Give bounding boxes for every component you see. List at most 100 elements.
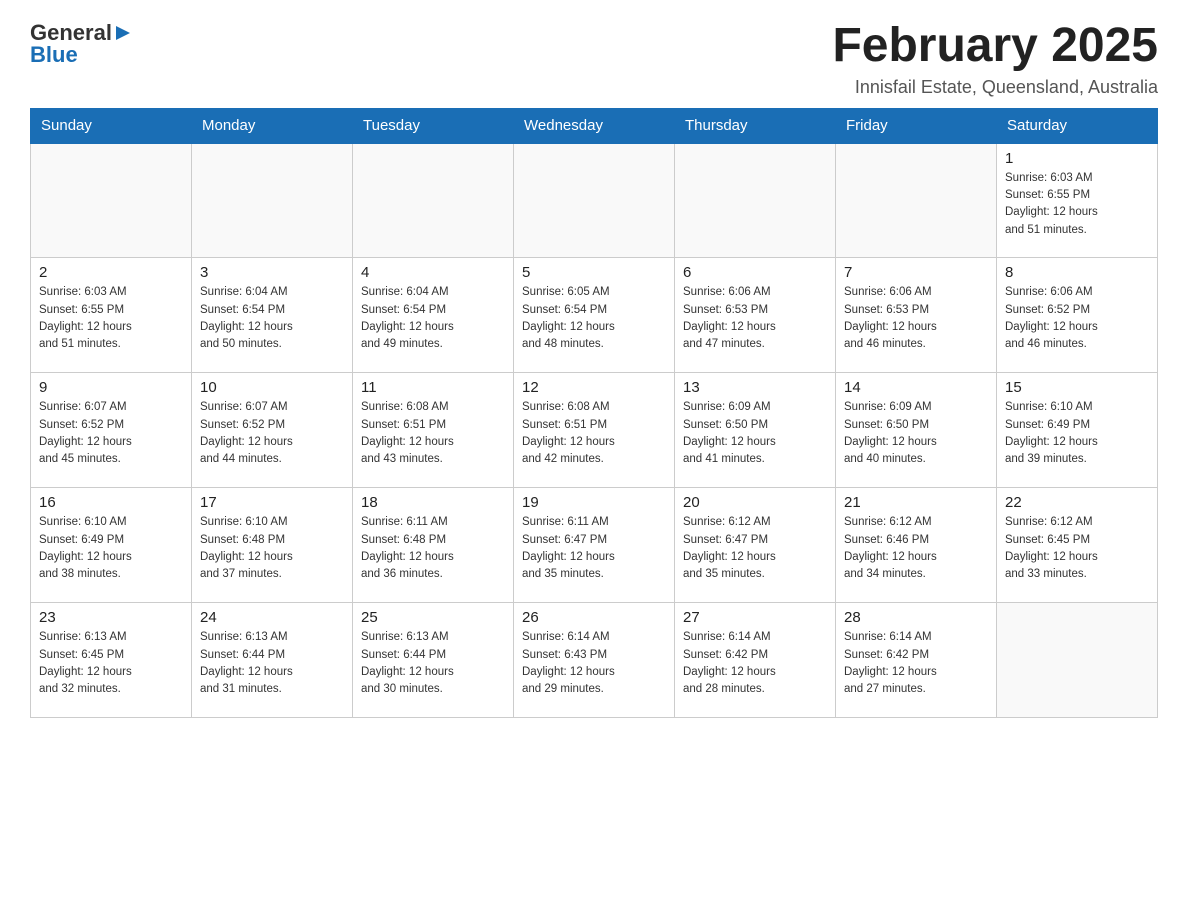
week-row: 2Sunrise: 6:03 AMSunset: 6:55 PMDaylight… [31,258,1158,373]
day-number: 23 [39,609,183,626]
calendar-cell: 18Sunrise: 6:11 AMSunset: 6:48 PMDayligh… [353,488,514,603]
calendar-header-friday: Friday [836,108,997,143]
day-number: 10 [200,379,344,396]
day-info: Sunrise: 6:06 AMSunset: 6:53 PMDaylight:… [683,284,827,353]
calendar-cell: 6 Sunrise: 6:06 AMSunset: 6:53 PMDaylight… [675,258,836,373]
day-number: 11 [361,379,505,396]
day-info: Sunrise: 6:04 AMSunset: 6:54 PMDaylight:… [200,284,344,353]
day-number: 16 [39,494,183,511]
calendar-cell: 7 Sunrise: 6:06 AMSunset: 6:53 PMDaylight… [836,258,997,373]
calendar-cell: 25 Sunrise: 6:13 AMSunset: 6:44 PMDayligh… [353,603,514,718]
day-info: Sunrise: 6:12 AMSunset: 6:46 PMDaylight:… [844,514,988,583]
calendar-cell: 12 Sunrise: 6:08 AMSunset: 6:51 PMDayligh… [514,373,675,488]
logo-blue: Blue [30,42,78,68]
calendar-cell: 16 Sunrise: 6:10 AMSunset: 6:49 PMDayligh… [31,488,192,603]
title-block: February 2025 Innisfail Estate, Queensla… [832,20,1158,98]
day-info: Sunrise: 6:08 AMSunset: 6:51 PMDaylight:… [522,399,666,468]
day-number: 1 [1005,150,1149,167]
calendar-cell [192,143,353,258]
day-number: 22 [1005,494,1149,511]
day-info: Sunrise: 6:11 AMSunset: 6:47 PMDaylight:… [522,514,666,583]
calendar-cell: 10 Sunrise: 6:07 AMSunset: 6:52 PMDayligh… [192,373,353,488]
calendar-header-wednesday: Wednesday [514,108,675,143]
calendar-cell [31,143,192,258]
day-number: 26 [522,609,666,626]
day-info: Sunrise: 6:07 AMSunset: 6:52 PMDaylight:… [39,399,183,468]
day-number: 3 [200,264,344,281]
day-info: Sunrise: 6:10 AMSunset: 6:49 PMDaylight:… [1005,399,1149,468]
day-info: Sunrise: 6:05 AMSunset: 6:54 PMDaylight:… [522,284,666,353]
day-number: 12 [522,379,666,396]
logo-arrow-icon [114,24,132,42]
calendar-cell: 27Sunrise: 6:14 AMSunset: 6:42 PMDayligh… [675,603,836,718]
day-number: 19 [522,494,666,511]
day-number: 17 [200,494,344,511]
day-info: Sunrise: 6:10 AMSunset: 6:49 PMDaylight:… [39,514,183,583]
week-row: 9 Sunrise: 6:07 AMSunset: 6:52 PMDaylight… [31,373,1158,488]
day-number: 4 [361,264,505,281]
day-info: Sunrise: 6:14 AMSunset: 6:43 PMDaylight:… [522,629,666,698]
week-row: 1 Sunrise: 6:03 AMSunset: 6:55 PMDaylight… [31,143,1158,258]
day-info: Sunrise: 6:12 AMSunset: 6:45 PMDaylight:… [1005,514,1149,583]
day-info: Sunrise: 6:13 AMSunset: 6:44 PMDaylight:… [200,629,344,698]
day-number: 18 [361,494,505,511]
day-number: 15 [1005,379,1149,396]
calendar-header-tuesday: Tuesday [353,108,514,143]
calendar-cell [514,143,675,258]
calendar-cell: 22 Sunrise: 6:12 AMSunset: 6:45 PMDayligh… [997,488,1158,603]
calendar-header-thursday: Thursday [675,108,836,143]
week-row: 16 Sunrise: 6:10 AMSunset: 6:49 PMDayligh… [31,488,1158,603]
calendar-cell: 26 Sunrise: 6:14 AMSunset: 6:43 PMDayligh… [514,603,675,718]
calendar-cell: 20 Sunrise: 6:12 AMSunset: 6:47 PMDayligh… [675,488,836,603]
calendar-cell [836,143,997,258]
day-info: Sunrise: 6:09 AMSunset: 6:50 PMDaylight:… [844,399,988,468]
day-info: Sunrise: 6:13 AMSunset: 6:45 PMDaylight:… [39,629,183,698]
day-number: 5 [522,264,666,281]
calendar-header-row: SundayMondayTuesdayWednesdayThursdayFrid… [31,108,1158,143]
logo: General Blue [30,20,132,68]
calendar-header-saturday: Saturday [997,108,1158,143]
calendar-cell: 2Sunrise: 6:03 AMSunset: 6:55 PMDaylight… [31,258,192,373]
calendar-cell: 15 Sunrise: 6:10 AMSunset: 6:49 PMDayligh… [997,373,1158,488]
calendar-cell: 1 Sunrise: 6:03 AMSunset: 6:55 PMDaylight… [997,143,1158,258]
calendar-cell [675,143,836,258]
calendar-cell: 21 Sunrise: 6:12 AMSunset: 6:46 PMDayligh… [836,488,997,603]
day-number: 27 [683,609,827,626]
day-info: Sunrise: 6:03 AMSunset: 6:55 PMDaylight:… [1005,170,1149,239]
day-number: 20 [683,494,827,511]
day-info: Sunrise: 6:12 AMSunset: 6:47 PMDaylight:… [683,514,827,583]
day-number: 7 [844,264,988,281]
day-number: 24 [200,609,344,626]
day-info: Sunrise: 6:06 AMSunset: 6:53 PMDaylight:… [844,284,988,353]
calendar-cell: 13 Sunrise: 6:09 AMSunset: 6:50 PMDayligh… [675,373,836,488]
calendar-cell: 28Sunrise: 6:14 AMSunset: 6:42 PMDayligh… [836,603,997,718]
day-info: Sunrise: 6:08 AMSunset: 6:51 PMDaylight:… [361,399,505,468]
calendar-cell: 17 Sunrise: 6:10 AMSunset: 6:48 PMDayligh… [192,488,353,603]
calendar-cell: 23 Sunrise: 6:13 AMSunset: 6:45 PMDayligh… [31,603,192,718]
calendar-cell: 3 Sunrise: 6:04 AMSunset: 6:54 PMDaylight… [192,258,353,373]
calendar-cell: 8Sunrise: 6:06 AMSunset: 6:52 PMDaylight… [997,258,1158,373]
day-info: Sunrise: 6:13 AMSunset: 6:44 PMDaylight:… [361,629,505,698]
day-info: Sunrise: 6:10 AMSunset: 6:48 PMDaylight:… [200,514,344,583]
calendar-cell: 14Sunrise: 6:09 AMSunset: 6:50 PMDayligh… [836,373,997,488]
location-title: Innisfail Estate, Queensland, Australia [832,77,1158,98]
day-number: 13 [683,379,827,396]
calendar-cell: 24 Sunrise: 6:13 AMSunset: 6:44 PMDayligh… [192,603,353,718]
calendar-cell [353,143,514,258]
day-number: 2 [39,264,183,281]
day-number: 6 [683,264,827,281]
day-number: 21 [844,494,988,511]
week-row: 23 Sunrise: 6:13 AMSunset: 6:45 PMDayligh… [31,603,1158,718]
calendar-cell: 19 Sunrise: 6:11 AMSunset: 6:47 PMDayligh… [514,488,675,603]
calendar-cell: 5 Sunrise: 6:05 AMSunset: 6:54 PMDaylight… [514,258,675,373]
calendar-cell [997,603,1158,718]
page-header: General Blue February 2025 Innisfail Est… [30,20,1158,98]
day-info: Sunrise: 6:04 AMSunset: 6:54 PMDaylight:… [361,284,505,353]
day-info: Sunrise: 6:14 AMSunset: 6:42 PMDaylight:… [844,629,988,698]
month-title: February 2025 [832,20,1158,73]
day-number: 9 [39,379,183,396]
day-info: Sunrise: 6:07 AMSunset: 6:52 PMDaylight:… [200,399,344,468]
day-number: 25 [361,609,505,626]
day-info: Sunrise: 6:09 AMSunset: 6:50 PMDaylight:… [683,399,827,468]
calendar-cell: 11 Sunrise: 6:08 AMSunset: 6:51 PMDayligh… [353,373,514,488]
